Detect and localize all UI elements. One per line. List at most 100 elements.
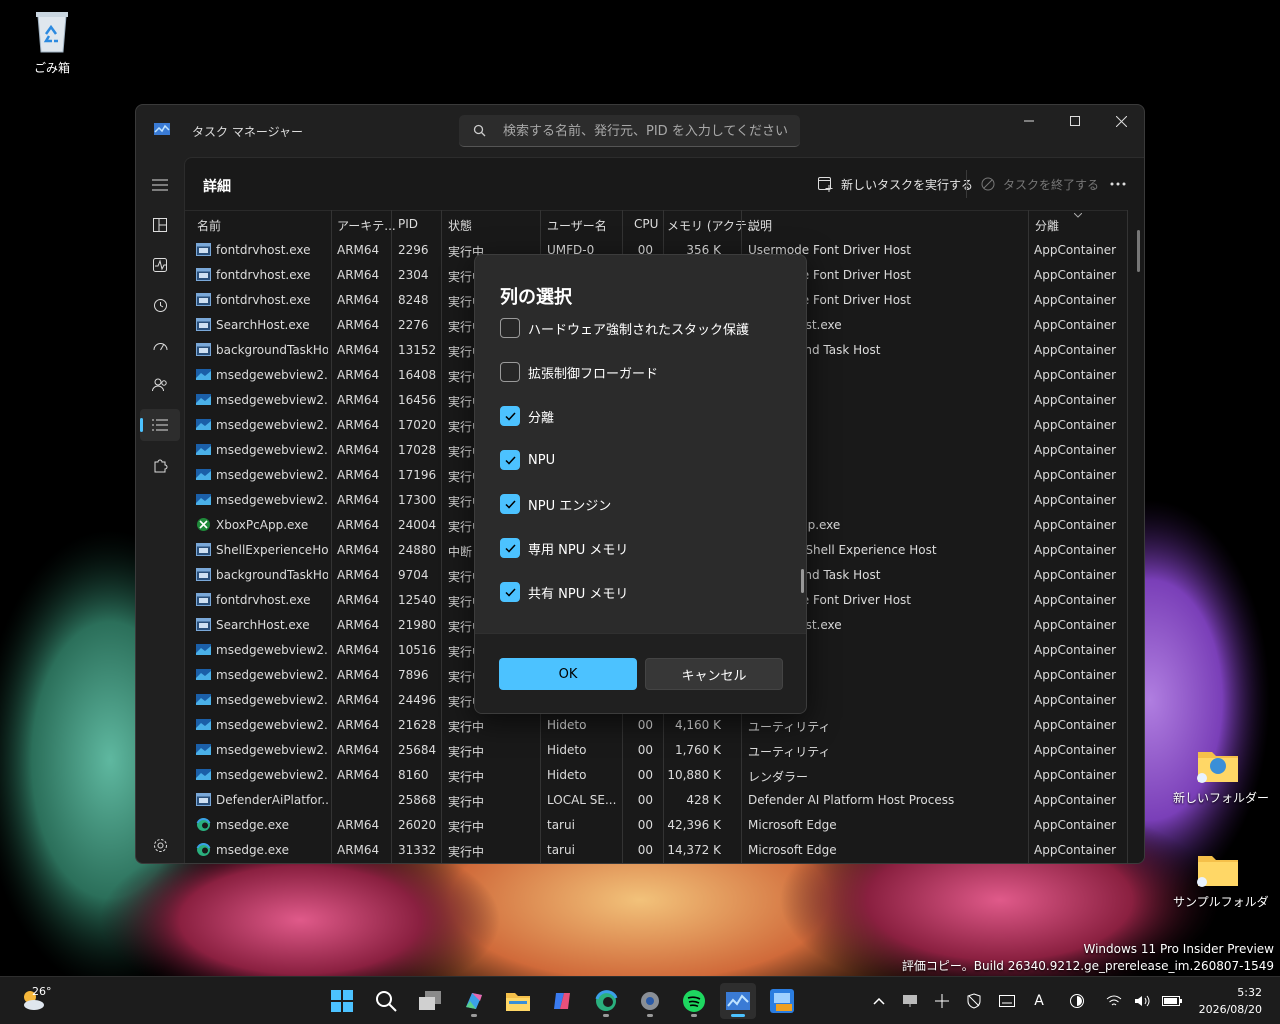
taskbar-spotify[interactable] (676, 983, 712, 1019)
nav-processes[interactable] (140, 209, 180, 241)
more-options-button[interactable] (1110, 172, 1134, 196)
tray-keyboard[interactable] (997, 991, 1017, 1011)
gear-icon (641, 992, 659, 1010)
cell-pid: 26020 (398, 818, 437, 832)
webview-icon (196, 444, 211, 455)
cell-pid: 16456 (398, 393, 437, 407)
table-row[interactable]: msedgewebview2.e... ARM64 25684 実行中 Hideto 00… (185, 738, 1127, 763)
hamburger-menu-button[interactable] (140, 169, 180, 201)
tray-ime[interactable]: A (1029, 991, 1049, 1011)
search-box[interactable] (459, 115, 800, 147)
taskbar-clock[interactable]: 5:32 2026/08/20 (1199, 984, 1262, 1018)
tray-battery[interactable] (1162, 991, 1182, 1011)
cell-name: SearchHost.exe (216, 618, 310, 632)
taskbar-search-button[interactable] (368, 983, 404, 1019)
table-scrollbar[interactable] (1137, 230, 1140, 272)
table-row[interactable]: msedge.exe ARM64 31332 実行中 tarui 00 14,372 K Mi… (185, 838, 1127, 863)
column-option[interactable]: NPU (500, 449, 555, 471)
column-option[interactable]: NPU エンジン (500, 493, 611, 515)
table-row[interactable]: DefenderAiPlatfor... 25868 実行中 LOCAL SE... 0… (185, 788, 1127, 813)
cell-iso: AppContainer (1034, 393, 1117, 407)
run-new-task-button[interactable]: 新しいタスクを実行する (818, 172, 973, 196)
search-input[interactable] (503, 120, 793, 142)
desktop-icon-recycle-bin[interactable]: ごみ箱 (7, 8, 97, 76)
checkbox-checked[interactable] (500, 494, 520, 514)
taskbar-settings[interactable] (632, 983, 668, 1019)
column-header-cpu[interactable]: CPU (634, 217, 658, 231)
close-button[interactable] (1098, 105, 1144, 137)
table-row[interactable]: msedge.exe ARM64 26020 実行中 tarui 00 42,396 K Mi… (185, 813, 1127, 838)
dialog-title: 列の選択 (500, 287, 572, 308)
tray-wifi[interactable] (1104, 991, 1124, 1011)
column-option[interactable]: 専用 NPU メモリ (500, 537, 628, 559)
column-header-name[interactable]: 名前 (197, 217, 221, 234)
taskbar-edge-canary[interactable] (588, 983, 624, 1019)
taskbar-task-manager[interactable] (720, 983, 756, 1019)
tray-security[interactable] (964, 991, 984, 1011)
desktop-icon-new-folder[interactable]: 新しいフォルダー (1173, 746, 1269, 806)
taskbar-file-explorer[interactable] (500, 983, 536, 1019)
taskbar-copilot[interactable] (544, 983, 580, 1019)
tray-volume[interactable] (1132, 991, 1152, 1011)
dialog-scrollbar[interactable] (801, 569, 804, 593)
tray-display[interactable] (900, 991, 920, 1011)
taskbar-start-button[interactable] (324, 983, 360, 1019)
taskbar-app-pre[interactable] (764, 983, 800, 1019)
taskbar-task-view[interactable] (412, 983, 448, 1019)
checkbox-checked[interactable] (500, 450, 520, 470)
nav-app-history[interactable] (140, 289, 180, 321)
ok-button[interactable]: OK (499, 658, 637, 690)
cell-pid: 8160 (398, 768, 429, 782)
column-option-label: 分離 (528, 410, 555, 426)
table-row[interactable]: msedgewebview2.e... ARM64 21628 実行中 Hideto 00… (185, 713, 1127, 738)
column-header-pid[interactable]: PID (398, 217, 418, 231)
column-header-user[interactable]: ユーザー名 (547, 217, 607, 234)
cell-mem: 1,760 K (674, 743, 721, 757)
checkbox-checked[interactable] (500, 538, 520, 558)
nav-settings[interactable] (140, 829, 180, 861)
cell-iso: AppContainer (1034, 268, 1117, 282)
cell-user: tarui (547, 843, 575, 857)
end-task-button[interactable]: タスクを終了する (981, 172, 1099, 196)
app-window-icon (196, 593, 211, 606)
column-option[interactable]: 分離 (500, 405, 554, 427)
nav-details[interactable] (140, 409, 180, 441)
taskbar-m365[interactable] (456, 983, 492, 1019)
webview-icon (196, 744, 211, 755)
column-header-description[interactable]: 説明 (748, 217, 772, 234)
maximize-button[interactable] (1052, 105, 1098, 137)
nav-users[interactable] (140, 369, 180, 401)
column-header-status[interactable]: 状態 (448, 217, 472, 234)
app-window-icon (196, 793, 211, 806)
table-row[interactable]: msedgewebview2.e... ARM64 8160 実行中 Hideto 00 1… (185, 763, 1127, 788)
minimize-button[interactable] (1006, 105, 1052, 137)
column-divider[interactable] (1127, 210, 1128, 863)
cancel-button[interactable]: キャンセル (645, 658, 783, 690)
cell-pid: 17020 (398, 418, 437, 432)
checkbox-checked[interactable] (500, 582, 520, 602)
column-option[interactable]: ハードウェア強制されたスタック保護 (500, 317, 749, 339)
cell-iso: AppContainer (1034, 568, 1117, 582)
tray-move[interactable] (932, 991, 952, 1011)
title-bar[interactable]: タスク マネージャー (136, 105, 1144, 157)
checkbox-checked[interactable] (500, 406, 520, 426)
column-option[interactable]: 拡張制御フローガード (500, 361, 658, 383)
cell-desc: Defender AI Platform Host Process (748, 793, 955, 807)
tray-focus[interactable] (1067, 991, 1087, 1011)
column-option[interactable]: 共有 NPU メモリ (500, 581, 628, 603)
checkbox-unchecked[interactable] (500, 318, 520, 338)
desktop-icon-sample-folder[interactable]: サンプルフォルダ (1173, 850, 1269, 910)
column-header-memory[interactable]: メモリ (アクテ... (667, 217, 758, 234)
column-header-architecture[interactable]: アーキテ... (337, 217, 396, 234)
nav-performance[interactable] (140, 249, 180, 281)
nav-startup-apps[interactable] (140, 329, 180, 361)
running-indicator (603, 1014, 609, 1017)
column-header-isolation[interactable]: 分離 (1035, 217, 1059, 234)
checkbox-unchecked[interactable] (500, 362, 520, 382)
tray-overflow-button[interactable] (869, 991, 889, 1011)
nav-services[interactable] (140, 449, 180, 481)
cell-name: msedge.exe (216, 843, 290, 857)
cell-desc: Microsoft Edge (748, 843, 837, 857)
cell-arch: ARM64 (337, 843, 380, 857)
cell-pid: 25868 (398, 793, 437, 807)
